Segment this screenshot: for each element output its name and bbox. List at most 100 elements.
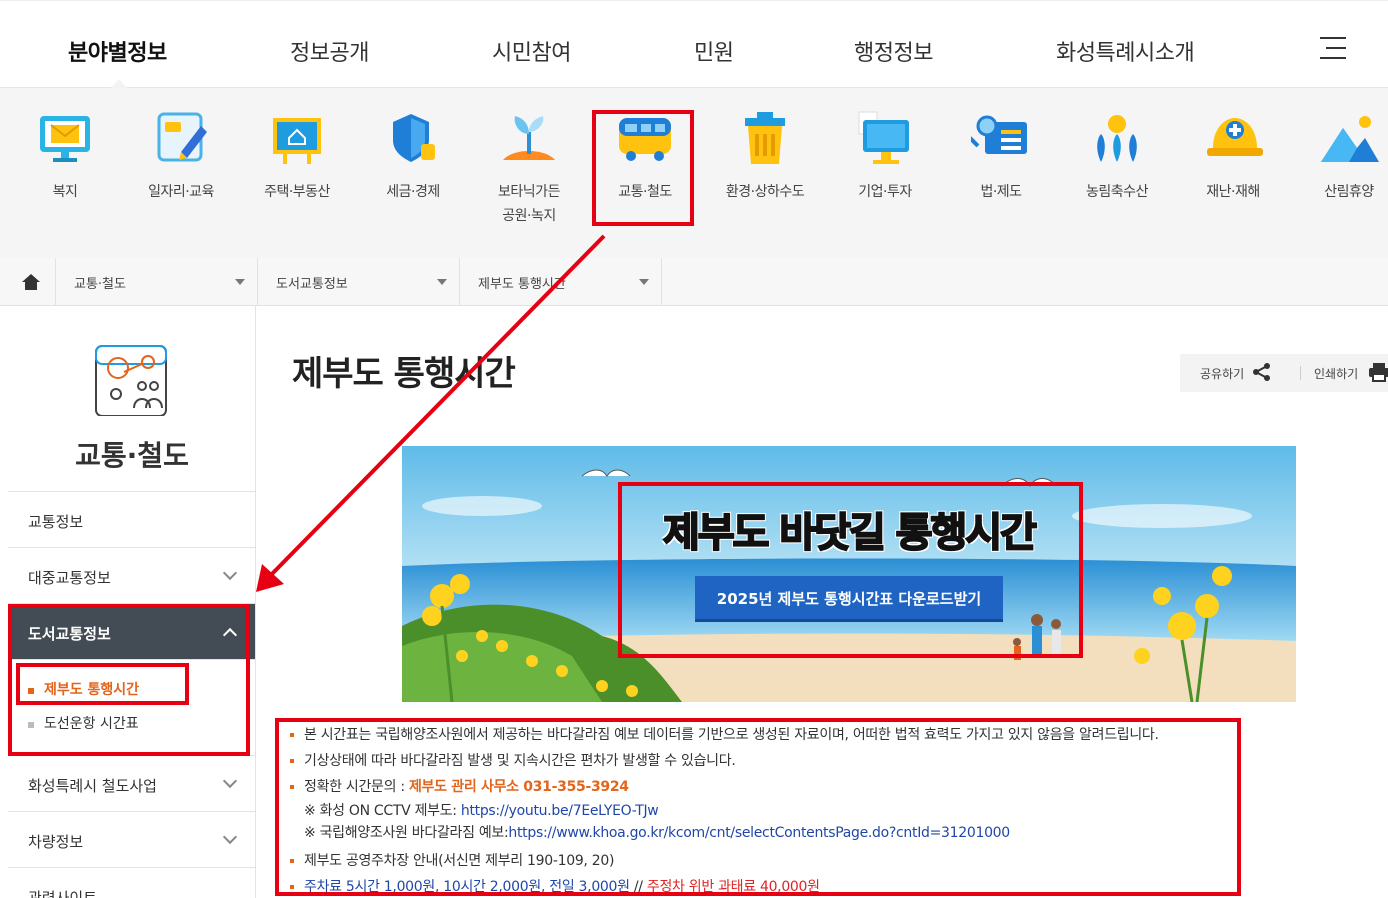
category-agriculture[interactable]: 농림축수산 <box>1062 108 1172 204</box>
category-welfare[interactable]: 복지 <box>10 108 120 204</box>
share-print-bar: 공유하기 인쇄하기 <box>1180 354 1388 392</box>
top-navigation: 분야별정보 정보공개 시민참여 민원 행정정보 화성특례시소개 <box>0 0 1388 89</box>
monitor-doc-icon <box>855 108 915 168</box>
category-label: 법·제도 <box>980 184 1022 200</box>
chevron-down-icon <box>222 773 238 789</box>
sidebar: 교통·철도 교통정보 대중교통정보 도서교통정보 제부도 통행시간 도선운항 시… <box>8 306 256 898</box>
category-label: 재난·재해 <box>1206 184 1260 200</box>
nav-info-disclosure[interactable]: 정보공개 <box>290 35 369 67</box>
mail-monitor-icon <box>35 108 95 168</box>
sidebar-item-label: 교통정보 <box>28 513 84 531</box>
sidebar-item-traffic-info[interactable]: 교통정보 <box>8 492 255 548</box>
notice-subitem: ※ 화성 ON CCTV 제부도: https://youtu.be/7EeLY… <box>304 803 659 819</box>
page-title: 제부도 통행시간 <box>292 354 516 394</box>
sidebar-submenu: 제부도 통행시간 도선운항 시간표 <box>8 660 255 756</box>
sidebar-item-island-transport[interactable]: 도서교통정보 <box>8 604 255 660</box>
category-bar: 복지 일자리·교육 주택·부동산 세금·경제 보타닉가든공원·녹지 교통·철도 <box>0 88 1388 258</box>
notice-list: 본 시간표는 국립해양조사원에서 제공하는 바다갈라짐 예보 데이터를 기반으로… <box>290 722 1250 898</box>
sidebar-title: 교통·철도 <box>75 439 189 472</box>
category-label: 일자리·교육 <box>148 184 214 200</box>
category-label: 기업·투자 <box>858 184 912 200</box>
category-forest-recreation[interactable]: 산림휴양 <box>1294 108 1388 204</box>
caret-down-icon <box>639 279 649 285</box>
sidebar-item-vehicle-info[interactable]: 차량정보 <box>8 812 255 868</box>
category-botanic-parks[interactable]: 보타닉가든 공원·녹지 <box>474 108 584 228</box>
jebudo-banner: 제부도 바닷길 통행시간 2025년 제부도 통행시간표 다운로드받기 <box>402 446 1296 702</box>
printer-icon <box>1369 363 1388 382</box>
category-housing[interactable]: 주택·부동산 <box>242 108 352 204</box>
sidebar-item-label: 대중교통정보 <box>28 569 111 587</box>
notice-item: 주차료 5시간 1,000원, 10시간 2,000원, 전일 3,000원 /… <box>290 874 1250 898</box>
chevron-down-icon <box>222 829 238 845</box>
share-button[interactable]: 공유하기 <box>1200 363 1270 382</box>
category-tax-economy[interactable]: 세금·경제 <box>358 108 468 204</box>
nav-civil-petition[interactable]: 민원 <box>694 35 734 67</box>
breadcrumb: 교통·철도 도서교통정보 제부도 통행시간 <box>0 258 1388 306</box>
sidebar-item-label: 관련사이트 <box>28 889 98 898</box>
house-board-icon <box>267 108 327 168</box>
helmet-icon <box>1203 108 1263 168</box>
breadcrumb-label: 도서교통정보 <box>276 277 348 292</box>
khoa-link[interactable]: https://www.khoa.go.kr/kcom/cnt/selectCo… <box>508 825 1010 841</box>
category-environment[interactable]: 환경·상하수도 <box>710 108 820 204</box>
breadcrumb-dropdown-2[interactable]: 도서교통정보 <box>258 258 460 306</box>
download-timetable-button[interactable]: 2025년 제부도 통행시간표 다운로드받기 <box>695 576 1003 622</box>
sidebar-sub-jebudo-hours[interactable]: 제부도 통행시간 <box>8 678 255 712</box>
parking-fine: 주정차 위반 과태료 40,000원 <box>646 879 820 895</box>
category-disaster[interactable]: 재난·재해 <box>1178 108 1288 204</box>
category-label: 복지 <box>52 184 78 200</box>
nav-citizen[interactable]: 시민참여 <box>492 35 571 67</box>
notice-item: 기상상태에 따라 바다갈라짐 발생 및 지속시간은 편차가 발생할 수 있습니다… <box>290 748 1250 774</box>
trash-bin-icon <box>735 108 795 168</box>
nav-field-info[interactable]: 분야별정보 <box>68 35 167 67</box>
category-label: 환경·상하수도 <box>725 184 805 200</box>
share-label: 공유하기 <box>1200 367 1245 381</box>
sidebar-item-rail-projects[interactable]: 화성특례시 철도사업 <box>8 756 255 812</box>
home-icon <box>22 274 40 290</box>
print-label: 인쇄하기 <box>1314 367 1359 381</box>
parking-fee: 주차료 5시간 1,000원, 10시간 2,000원, 전일 3,000원 <box>304 879 630 895</box>
chevron-up-icon <box>222 627 238 643</box>
category-jobs-education[interactable]: 일자리·교육 <box>126 108 236 204</box>
category-label: 산림휴양 <box>1324 184 1374 200</box>
menu-icon[interactable] <box>1320 37 1346 59</box>
share-icon <box>1253 363 1270 381</box>
sidebar-item-related-sites[interactable]: 관련사이트 <box>8 868 255 898</box>
sidebar-header: 교통·철도 <box>8 306 255 492</box>
category-business[interactable]: 기업·투자 <box>830 108 940 204</box>
crops-sun-icon <box>1087 108 1147 168</box>
cctv-link[interactable]: https://youtu.be/7EeLYEO-TJw <box>461 803 659 819</box>
sidebar-item-public-transit[interactable]: 대중교통정보 <box>8 548 255 604</box>
bus-icon <box>615 108 675 168</box>
nav-admin-info[interactable]: 행정정보 <box>854 35 933 67</box>
sidebar-item-label: 화성특례시 철도사업 <box>28 777 157 795</box>
shield-coin-icon <box>383 108 443 168</box>
contact-office: 제부도 관리 사무소 031-355-3924 <box>408 779 629 795</box>
category-label: 보타닉가든 공원·녹지 <box>498 184 560 224</box>
caret-down-icon <box>437 279 447 285</box>
search-list-icon <box>966 108 1031 168</box>
beach-illustration <box>402 446 1296 702</box>
notice-item: 본 시간표는 국립해양조사원에서 제공하는 바다갈라짐 예보 데이터를 기반으로… <box>290 722 1250 748</box>
sprout-icon <box>499 108 559 168</box>
writing-board-icon <box>151 108 211 168</box>
chevron-down-icon <box>222 565 238 581</box>
breadcrumb-dropdown-1[interactable]: 교통·철도 <box>56 258 258 306</box>
print-button[interactable]: 인쇄하기 <box>1314 363 1388 382</box>
sidebar-item-label: 차량정보 <box>28 833 84 851</box>
breadcrumb-label: 교통·철도 <box>74 277 126 292</box>
home-button[interactable] <box>8 258 56 306</box>
breadcrumb-label: 제부도 통행시간 <box>478 277 566 292</box>
category-label: 교통·철도 <box>618 184 672 200</box>
sidebar-sub-ferry-schedule[interactable]: 도선운항 시간표 <box>8 712 255 746</box>
breadcrumb-dropdown-3[interactable]: 제부도 통행시간 <box>460 258 662 306</box>
sidebar-item-label: 도서교통정보 <box>28 625 111 643</box>
traffic-board-icon <box>95 345 167 416</box>
category-label: 세금·경제 <box>386 184 440 200</box>
notice-item: 정확한 시간문의 : 제부도 관리 사무소 031-355-3924 <box>290 774 1250 800</box>
category-transport-rail[interactable]: 교통·철도 <box>590 108 700 204</box>
category-label: 농림축수산 <box>1086 184 1148 200</box>
mountain-icon <box>1319 108 1379 168</box>
nav-city-intro[interactable]: 화성특례시소개 <box>1056 35 1195 67</box>
category-law[interactable]: 법·제도 <box>946 108 1056 204</box>
